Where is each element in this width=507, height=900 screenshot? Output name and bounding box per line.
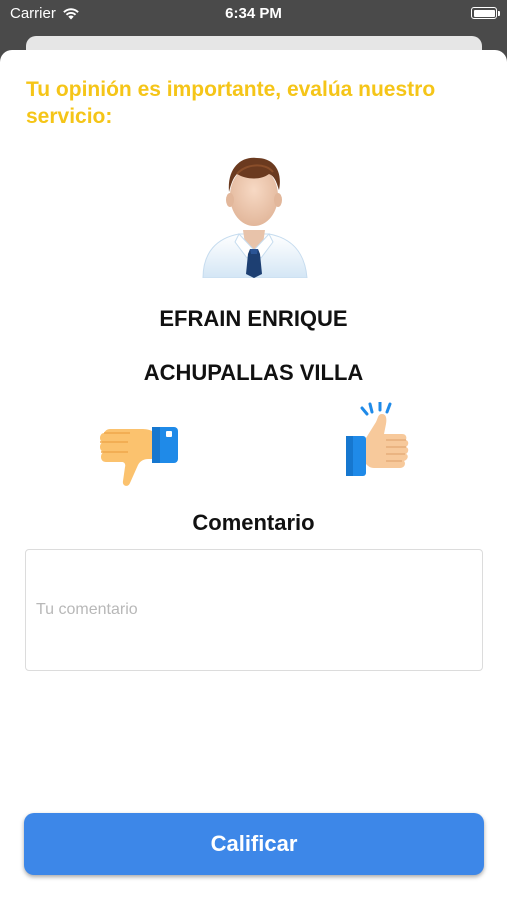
status-time: 6:34 PM	[225, 5, 282, 22]
battery-full-icon	[471, 7, 497, 19]
comment-input[interactable]	[25, 549, 483, 671]
employee-first-name: EFRAIN ENRIQUE	[159, 306, 348, 331]
employee-last-name: ACHUPALLAS VILLA	[143, 360, 364, 385]
rating-sheet: Tu opinión es importante, evalúa nuestro…	[0, 50, 507, 900]
thumbs-down-button[interactable]	[100, 425, 182, 489]
thumbs-up-icon	[346, 400, 409, 476]
battery-tip	[498, 11, 500, 16]
thumbs-up-button[interactable]	[340, 400, 412, 478]
comment-field-wrap	[25, 549, 483, 671]
user-avatar-icon	[202, 157, 308, 278]
thumbs-down-icon	[100, 427, 178, 486]
submit-rating-button[interactable]: Calificar	[24, 813, 484, 875]
comment-title: Comentario	[192, 510, 315, 535]
status-bar: Carrier 6:34 PM	[0, 0, 507, 28]
rating-prompt: Tu opinión es importante, evalúa nuestro…	[26, 78, 436, 128]
